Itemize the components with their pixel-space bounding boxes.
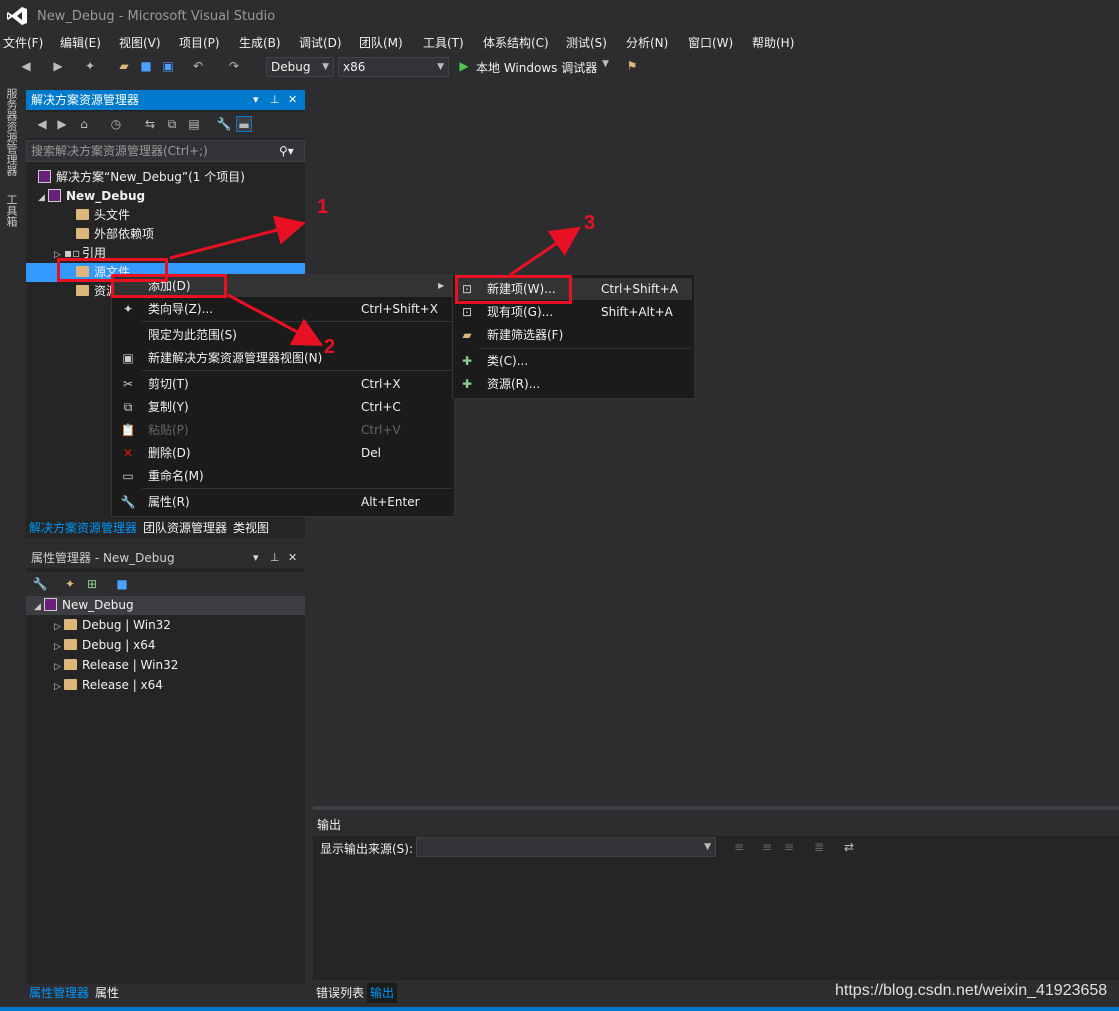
arrow-1 (169, 215, 306, 260)
annotation-label-3: 3 (584, 212, 596, 234)
status-bar (0, 1007, 1119, 1011)
annotation-arrows (169, 215, 581, 346)
arrow-3 (509, 226, 581, 277)
arrow-2 (227, 293, 324, 346)
watermark: https://blog.csdn.net/weixin_41923658 (835, 982, 1108, 999)
annotation-label-1: 1 (317, 196, 329, 218)
annotation-label-2: 2 (324, 336, 336, 358)
